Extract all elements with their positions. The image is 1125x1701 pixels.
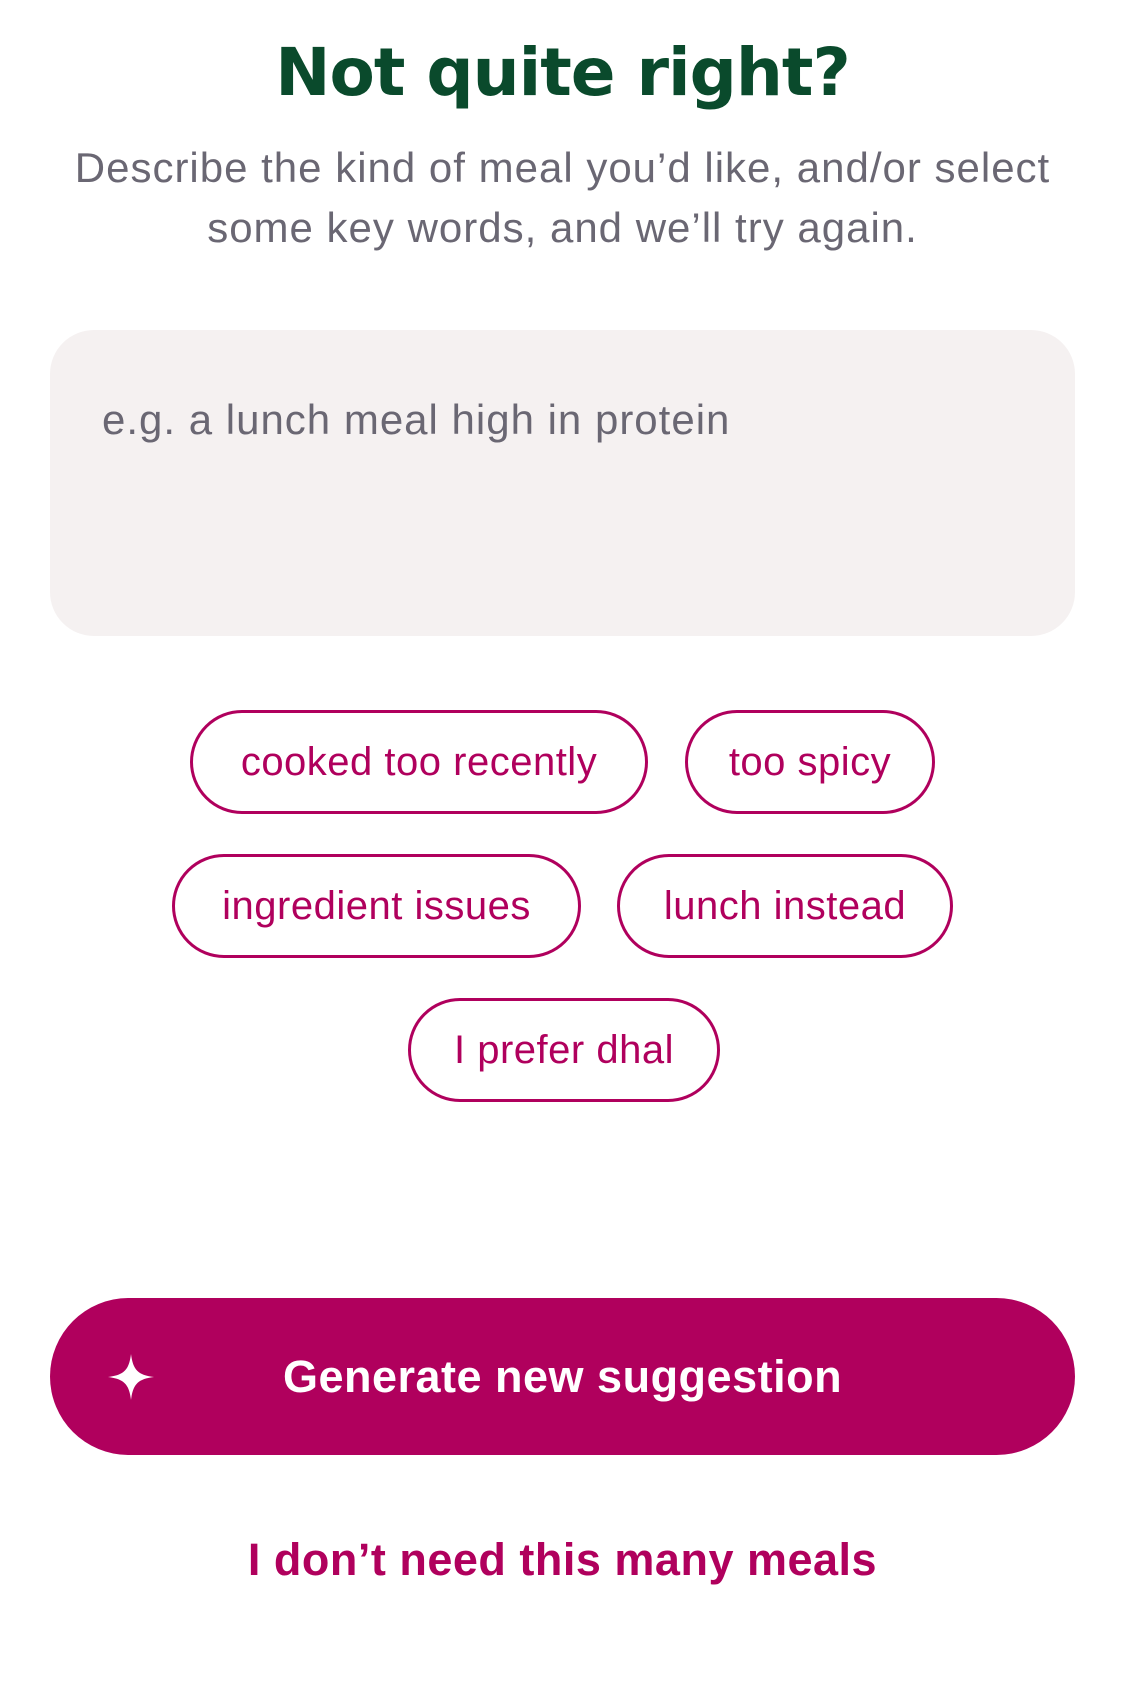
keyword-chip-prefer-dhal[interactable]: I prefer dhal	[408, 998, 720, 1102]
keyword-chip-cooked-too-recently[interactable]: cooked too recently	[190, 710, 648, 814]
page-subtitle: Describe the kind of meal you’d like, an…	[74, 144, 1051, 251]
page-title: Not quite right?	[275, 34, 851, 111]
generate-suggestion-label: Generate new suggestion	[282, 1351, 843, 1402]
keyword-chip-too-spicy[interactable]: too spicy	[685, 710, 935, 814]
keyword-chip-ingredient-issues[interactable]: ingredient issues	[172, 854, 581, 958]
keyword-chip-lunch-instead[interactable]: lunch instead	[617, 854, 953, 958]
generate-suggestion-button[interactable]: Generate new suggestion	[50, 1298, 1075, 1455]
dont-need-meals-link[interactable]: I don’t need this many meals	[0, 1528, 1125, 1592]
meal-description-input[interactable]	[50, 330, 1075, 636]
